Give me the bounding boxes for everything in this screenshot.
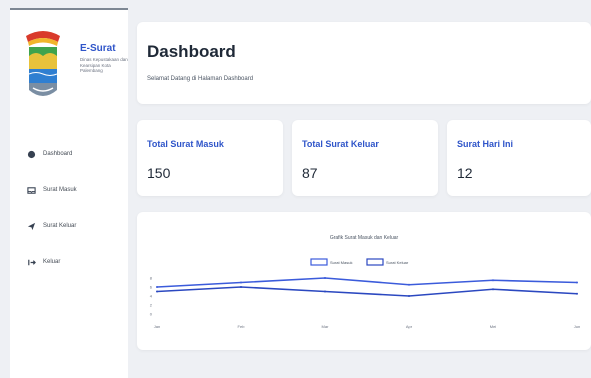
sidebar-item-label: Dashboard [43, 151, 73, 157]
x-tick-label: Apr [406, 324, 413, 329]
legend-swatch [366, 258, 384, 266]
stat-card-surat-masuk: Total Surat Masuk 150 [137, 120, 283, 196]
sidebar-item-keluar[interactable]: Keluar [26, 244, 126, 280]
stat-card-surat-hari-ini: Surat Hari Ini 12 [447, 120, 591, 196]
data-point [492, 279, 494, 282]
data-point [324, 290, 326, 293]
data-point [492, 288, 494, 291]
data-point [156, 290, 158, 293]
data-point [240, 281, 242, 284]
x-tick-label: Jun [574, 324, 580, 329]
logout-icon [26, 257, 37, 268]
app-title: E-Surat [80, 43, 116, 54]
y-tick-label: 2 [150, 303, 153, 308]
legend-swatch [310, 258, 328, 266]
dashboard-icon [26, 149, 37, 160]
city-emblem-logo [26, 31, 60, 96]
y-tick-label: 8 [150, 276, 153, 281]
sidebar-item-surat-keluar[interactable]: Surat Keluar [26, 208, 126, 244]
stat-value: 150 [147, 165, 171, 181]
x-tick-label: Mar [322, 324, 330, 329]
send-icon [26, 221, 37, 232]
series-line [156, 286, 578, 297]
x-tick-label: Jan [154, 324, 160, 329]
y-tick-label: 6 [150, 285, 153, 290]
sidebar-item-surat-masuk[interactable]: Surat Masuk [26, 172, 126, 208]
y-tick-label: 0 [150, 312, 153, 317]
x-tick-label: Mei [490, 324, 497, 329]
agency-name: Dinas Kepustakaan dan Kearsipan Kota Pal… [80, 57, 128, 74]
stat-value: 12 [457, 165, 473, 181]
sidebar-item-label: Surat Keluar [43, 223, 77, 229]
data-point [576, 281, 578, 284]
brand: E-Surat Dinas Kepustakaan dan Kearsipan … [24, 28, 128, 118]
data-point [408, 295, 410, 297]
sidebar-item-dashboard[interactable]: Dashboard [26, 136, 126, 172]
series-line [156, 277, 578, 288]
data-point [156, 286, 158, 288]
sidebar-item-label: Keluar [43, 259, 61, 265]
data-point [408, 283, 410, 286]
line-chart: Grafik Surat Masuk dan Keluar Surat Masuk… [150, 235, 580, 329]
stat-card-surat-keluar: Total Surat Keluar 87 [292, 120, 438, 196]
sidebar-item-label: Surat Masuk [43, 187, 77, 193]
stat-label: Surat Hari Ini [457, 139, 514, 149]
data-point [240, 286, 242, 288]
page-title: Dashboard [147, 42, 236, 61]
inbox-icon [26, 185, 37, 196]
x-tick-label: Feb [238, 324, 246, 329]
y-tick-label: 4 [150, 294, 153, 299]
chart-card: Grafik Surat Masuk dan Keluar Surat Masuk… [137, 212, 591, 350]
legend-label: Surat Masuk [330, 260, 352, 265]
page-subtitle: Selamat Datang di Halaman Dashboard [147, 76, 254, 82]
data-point [324, 277, 326, 279]
stat-label: Total Surat Masuk [147, 139, 224, 149]
legend-label: Surat Keluar [386, 260, 409, 265]
header-card: Dashboard Selamat Datang di Halaman Dash… [137, 22, 591, 104]
stat-label: Total Surat Keluar [302, 139, 379, 149]
chart-title: Grafik Surat Masuk dan Keluar [330, 235, 399, 241]
data-point [576, 292, 578, 295]
sidebar: E-Surat Dinas Kepustakaan dan Kearsipan … [10, 8, 128, 378]
sidebar-nav: Dashboard Surat Masuk Surat Keluar Kelua… [26, 136, 126, 280]
stat-value: 87 [302, 165, 318, 181]
